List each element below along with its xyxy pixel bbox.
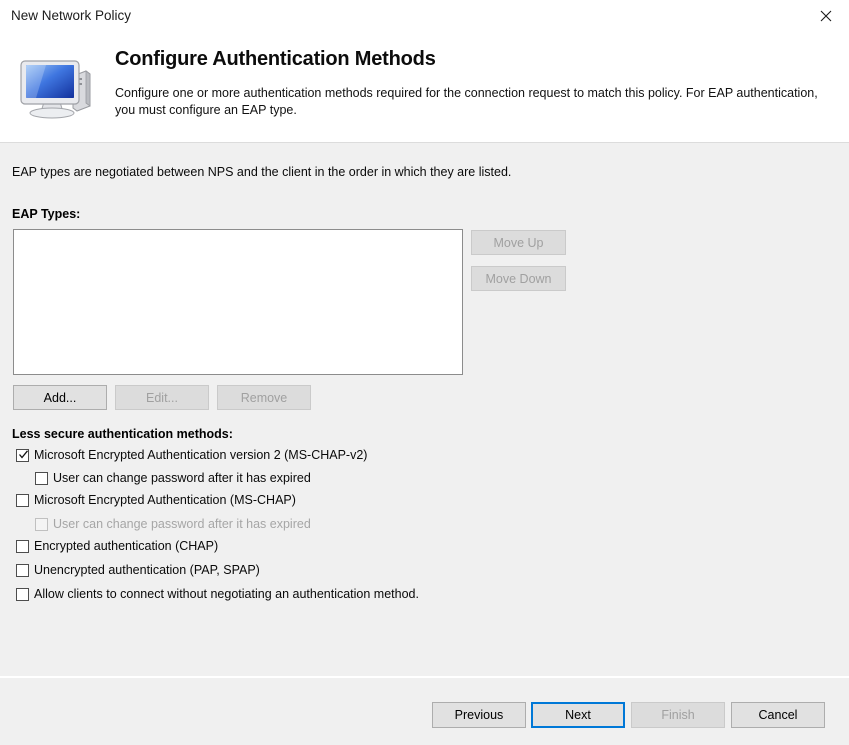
checkbox-label: Microsoft Encrypted Authentication (MS-C… (34, 493, 296, 507)
checkbox-indicator (16, 564, 29, 577)
checkbox-ms-chap-v2[interactable]: Microsoft Encrypted Authentication versi… (16, 446, 367, 464)
move-down-button[interactable]: Move Down (471, 266, 566, 291)
eap-types-listbox[interactable] (13, 229, 463, 375)
wizard-header: Configure Authentication Methods Configu… (0, 33, 849, 143)
finish-button[interactable]: Finish (631, 702, 725, 728)
title-bar: New Network Policy (0, 0, 849, 33)
next-button[interactable]: Next (531, 702, 625, 728)
close-icon (820, 10, 832, 22)
checkbox-indicator (16, 540, 29, 553)
checkbox-label: User can change password after it has ex… (53, 471, 311, 485)
edit-button[interactable]: Edit... (115, 385, 209, 410)
page-description: Configure one or more authentication met… (115, 85, 827, 119)
checkbox-label: Microsoft Encrypted Authentication versi… (34, 448, 367, 462)
add-button[interactable]: Add... (13, 385, 107, 410)
cancel-button[interactable]: Cancel (731, 702, 825, 728)
checkbox-change-password-mschap: User can change password after it has ex… (35, 515, 311, 533)
checkbox-indicator (16, 494, 29, 507)
intro-text: EAP types are negotiated between NPS and… (12, 165, 511, 179)
eap-types-label: EAP Types: (12, 207, 80, 221)
window-title: New Network Policy (11, 8, 131, 23)
page-title: Configure Authentication Methods (115, 48, 436, 71)
checkbox-label: Allow clients to connect without negotia… (34, 587, 419, 601)
checkbox-allow-no-auth[interactable]: Allow clients to connect without negotia… (16, 585, 419, 603)
move-up-button[interactable]: Move Up (471, 230, 566, 255)
checkbox-label: Unencrypted authentication (PAP, SPAP) (34, 563, 260, 577)
wizard-footer: Previous Next Finish Cancel (0, 676, 849, 745)
close-button[interactable] (803, 0, 849, 31)
checkbox-pap-spap[interactable]: Unencrypted authentication (PAP, SPAP) (16, 561, 260, 579)
checkbox-indicator (35, 518, 48, 531)
wizard-body: EAP types are negotiated between NPS and… (0, 144, 849, 676)
checkbox-label: User can change password after it has ex… (53, 517, 311, 531)
check-icon (18, 449, 29, 460)
checkbox-indicator (16, 449, 29, 462)
checkbox-indicator (16, 588, 29, 601)
computer-monitor-icon (16, 50, 100, 126)
checkbox-chap[interactable]: Encrypted authentication (CHAP) (16, 537, 218, 555)
checkbox-ms-chap[interactable]: Microsoft Encrypted Authentication (MS-C… (16, 491, 296, 509)
remove-button[interactable]: Remove (217, 385, 311, 410)
previous-button[interactable]: Previous (432, 702, 526, 728)
less-secure-methods-label: Less secure authentication methods: (12, 427, 233, 441)
checkbox-indicator (35, 472, 48, 485)
checkbox-label: Encrypted authentication (CHAP) (34, 539, 218, 553)
checkbox-change-password-v2[interactable]: User can change password after it has ex… (35, 469, 311, 487)
